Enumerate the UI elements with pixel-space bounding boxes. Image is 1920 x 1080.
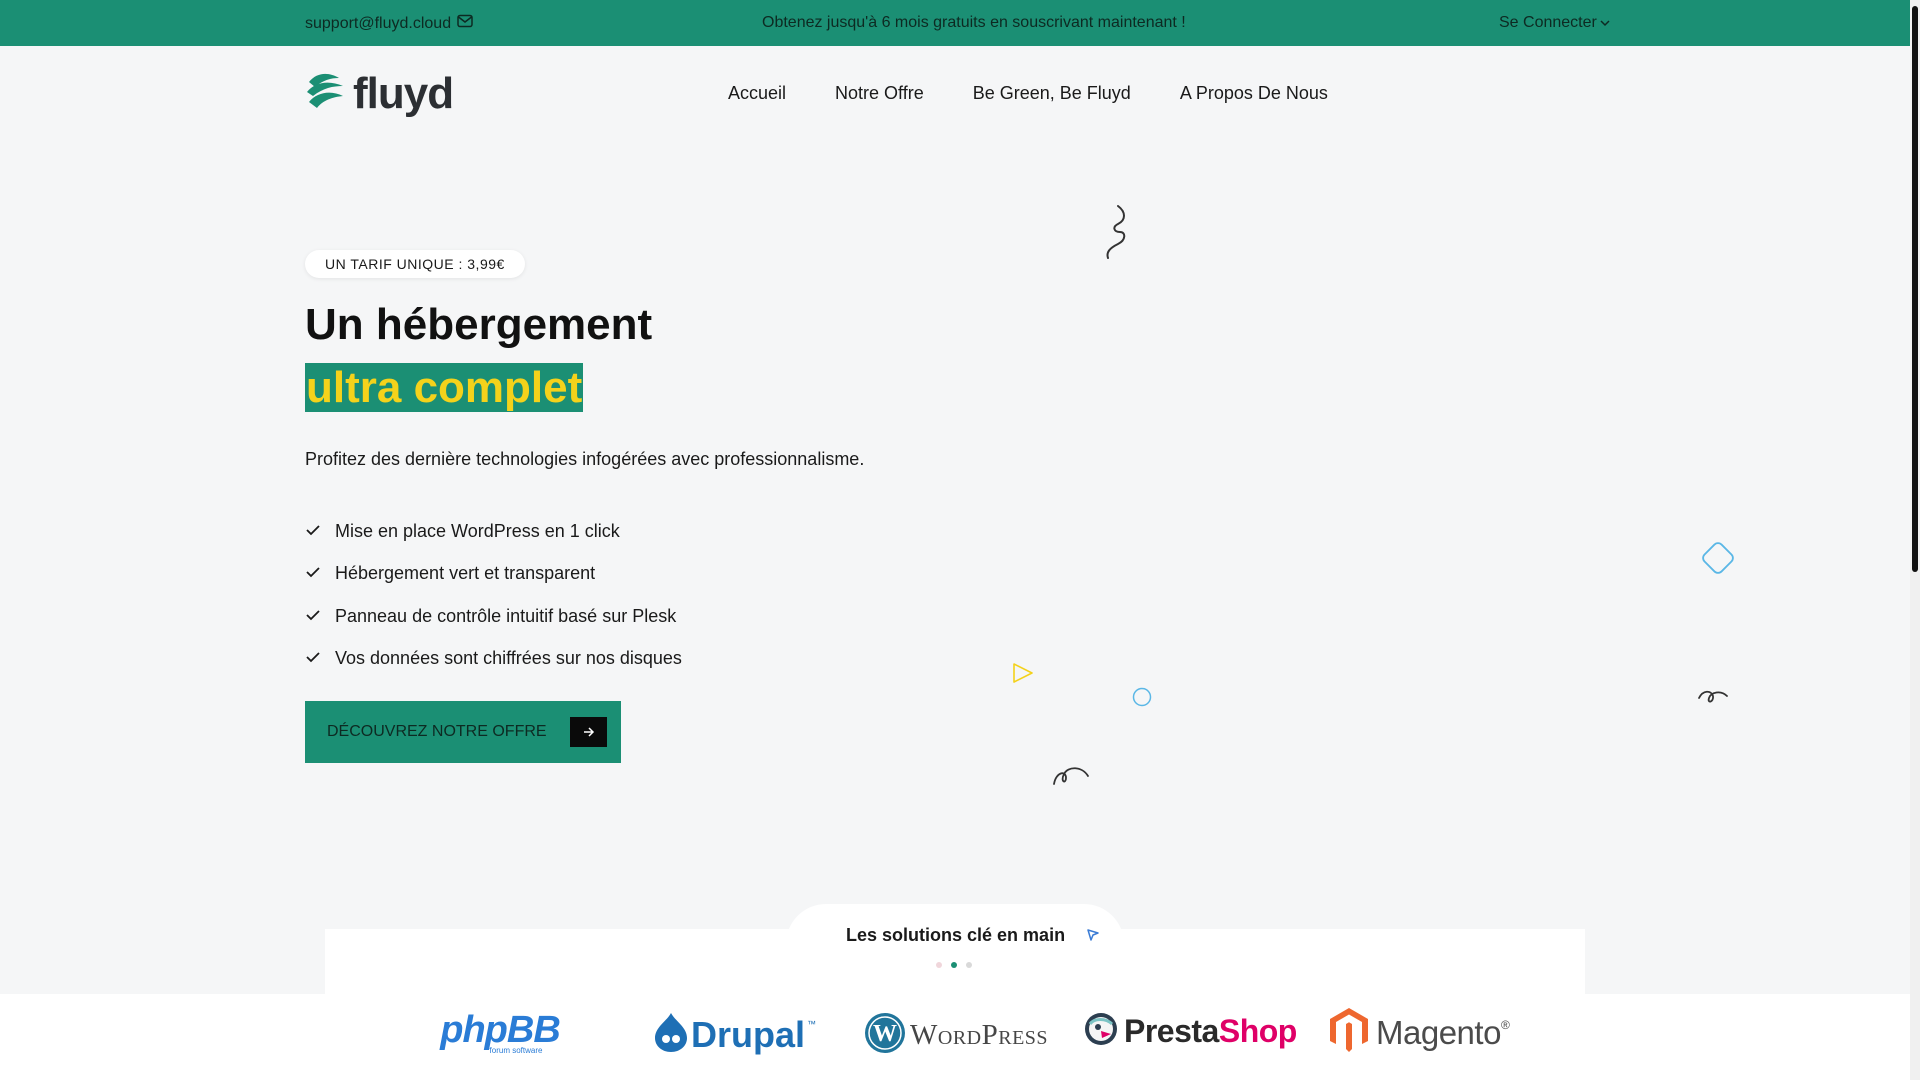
check-icon xyxy=(305,606,321,627)
brand-logo[interactable]: fluyd xyxy=(305,68,454,118)
prestashop-puffin-icon xyxy=(1084,1012,1118,1051)
chevron-down-icon xyxy=(1600,14,1610,32)
phpbb-name: phpBB xyxy=(440,1009,561,1051)
nav-item-notre-offre[interactable]: Notre Offre xyxy=(835,83,924,104)
prestashop-logo[interactable]: PrestaShop xyxy=(1084,1012,1297,1051)
support-email-text: support@fluyd.cloud xyxy=(305,14,452,32)
triangle-decoration-icon xyxy=(1013,663,1033,683)
carousel-dot[interactable] xyxy=(966,962,972,968)
price-badge: UN TARIF UNIQUE : 3,99€ xyxy=(305,250,525,278)
phpbb-sub: forum software xyxy=(489,1046,543,1055)
carousel-dots xyxy=(936,962,972,968)
phpbb-logo[interactable]: phpBB forum software xyxy=(440,1009,561,1056)
feature-text: Vos données sont chiffrées sur nos disqu… xyxy=(335,648,682,669)
magento-logo[interactable]: Magento ® xyxy=(1328,1006,1510,1059)
list-item: Panneau de contrôle intuitif basé sur Pl… xyxy=(305,595,682,638)
scrollbar-thumb[interactable] xyxy=(1912,6,1918,572)
discover-offer-button[interactable]: DÉCOUVREZ NOTRE OFFRE xyxy=(305,701,621,763)
check-icon xyxy=(305,521,321,542)
magento-name: Magento xyxy=(1376,1013,1501,1051)
check-icon xyxy=(305,563,321,584)
drupal-drop-icon xyxy=(653,1011,689,1058)
hero-title-line2: ultra complet xyxy=(305,363,584,412)
feature-list: Mise en place WordPress en 1 click Héber… xyxy=(305,510,682,680)
feature-text: Hébergement vert et transparent xyxy=(335,563,596,584)
list-item: Vos données sont chiffrées sur nos disqu… xyxy=(305,638,682,681)
circle-decoration-icon xyxy=(1132,687,1152,707)
brand-name: fluyd xyxy=(353,68,454,118)
mail-icon xyxy=(457,14,473,33)
top-bar: support@fluyd.cloud Obtenez jusqu'à 6 mo… xyxy=(0,0,1910,46)
wordpress-logo[interactable]: W WordPress xyxy=(864,1012,1048,1059)
feature-text: Panneau de contrôle intuitif basé sur Pl… xyxy=(335,605,677,626)
solutions-title: Les solutions clé en main xyxy=(846,925,1065,946)
wordpress-name: WordPress xyxy=(910,1019,1049,1051)
hero-title-line1: Un hébergement xyxy=(305,300,653,349)
svg-text:W: W xyxy=(873,1021,897,1047)
login-label: Se Connecter xyxy=(1499,14,1597,31)
nav-item-be-green[interactable]: Be Green, Be Fluyd xyxy=(973,83,1131,104)
drupal-name: Drupal xyxy=(691,1013,806,1055)
main-nav: Accueil Notre Offre Be Green, Be Fluyd A… xyxy=(728,83,1328,104)
carousel-dot[interactable] xyxy=(936,962,942,968)
list-item: Mise en place WordPress en 1 click xyxy=(305,510,682,553)
fluyd-wave-icon xyxy=(305,70,347,117)
loop-decoration-icon xyxy=(1053,767,1089,785)
magento-hex-icon xyxy=(1328,1006,1370,1059)
cursor-arrow-icon xyxy=(1087,929,1099,941)
check-icon xyxy=(305,648,321,669)
wordpress-w-icon: W xyxy=(864,1012,906,1059)
loop-decoration-icon xyxy=(1698,690,1728,703)
nav-item-a-propos[interactable]: A Propos De Nous xyxy=(1180,83,1328,104)
cta-label: DÉCOUVREZ NOTRE OFFRE xyxy=(327,723,547,740)
solutions-title-text: Les solutions clé en main xyxy=(846,925,1066,945)
magento-sub: ® xyxy=(1500,1018,1510,1032)
squiggle-decoration-icon xyxy=(1106,205,1126,259)
list-item: Hébergement vert et transparent xyxy=(305,553,682,596)
promo-text: Obtenez jusqu'à 6 mois gratuits en sousc… xyxy=(762,14,1186,31)
arrow-right-icon xyxy=(570,717,607,747)
login-dropdown[interactable]: Se Connecter xyxy=(1499,14,1610,32)
drupal-logo[interactable]: Drupal ™ xyxy=(653,1011,816,1058)
support-email-link[interactable]: support@fluyd.cloud xyxy=(305,14,473,33)
carousel-dot-active[interactable] xyxy=(951,962,957,968)
hero-lead: Profitez des dernière technologies infog… xyxy=(305,449,865,469)
diamond-decoration-icon xyxy=(1702,542,1734,574)
drupal-sub: ™ xyxy=(807,1019,817,1029)
prestashop-name: PrestaShop xyxy=(1124,1013,1297,1049)
feature-text: Mise en place WordPress en 1 click xyxy=(335,520,620,541)
nav-item-accueil[interactable]: Accueil xyxy=(728,83,786,104)
